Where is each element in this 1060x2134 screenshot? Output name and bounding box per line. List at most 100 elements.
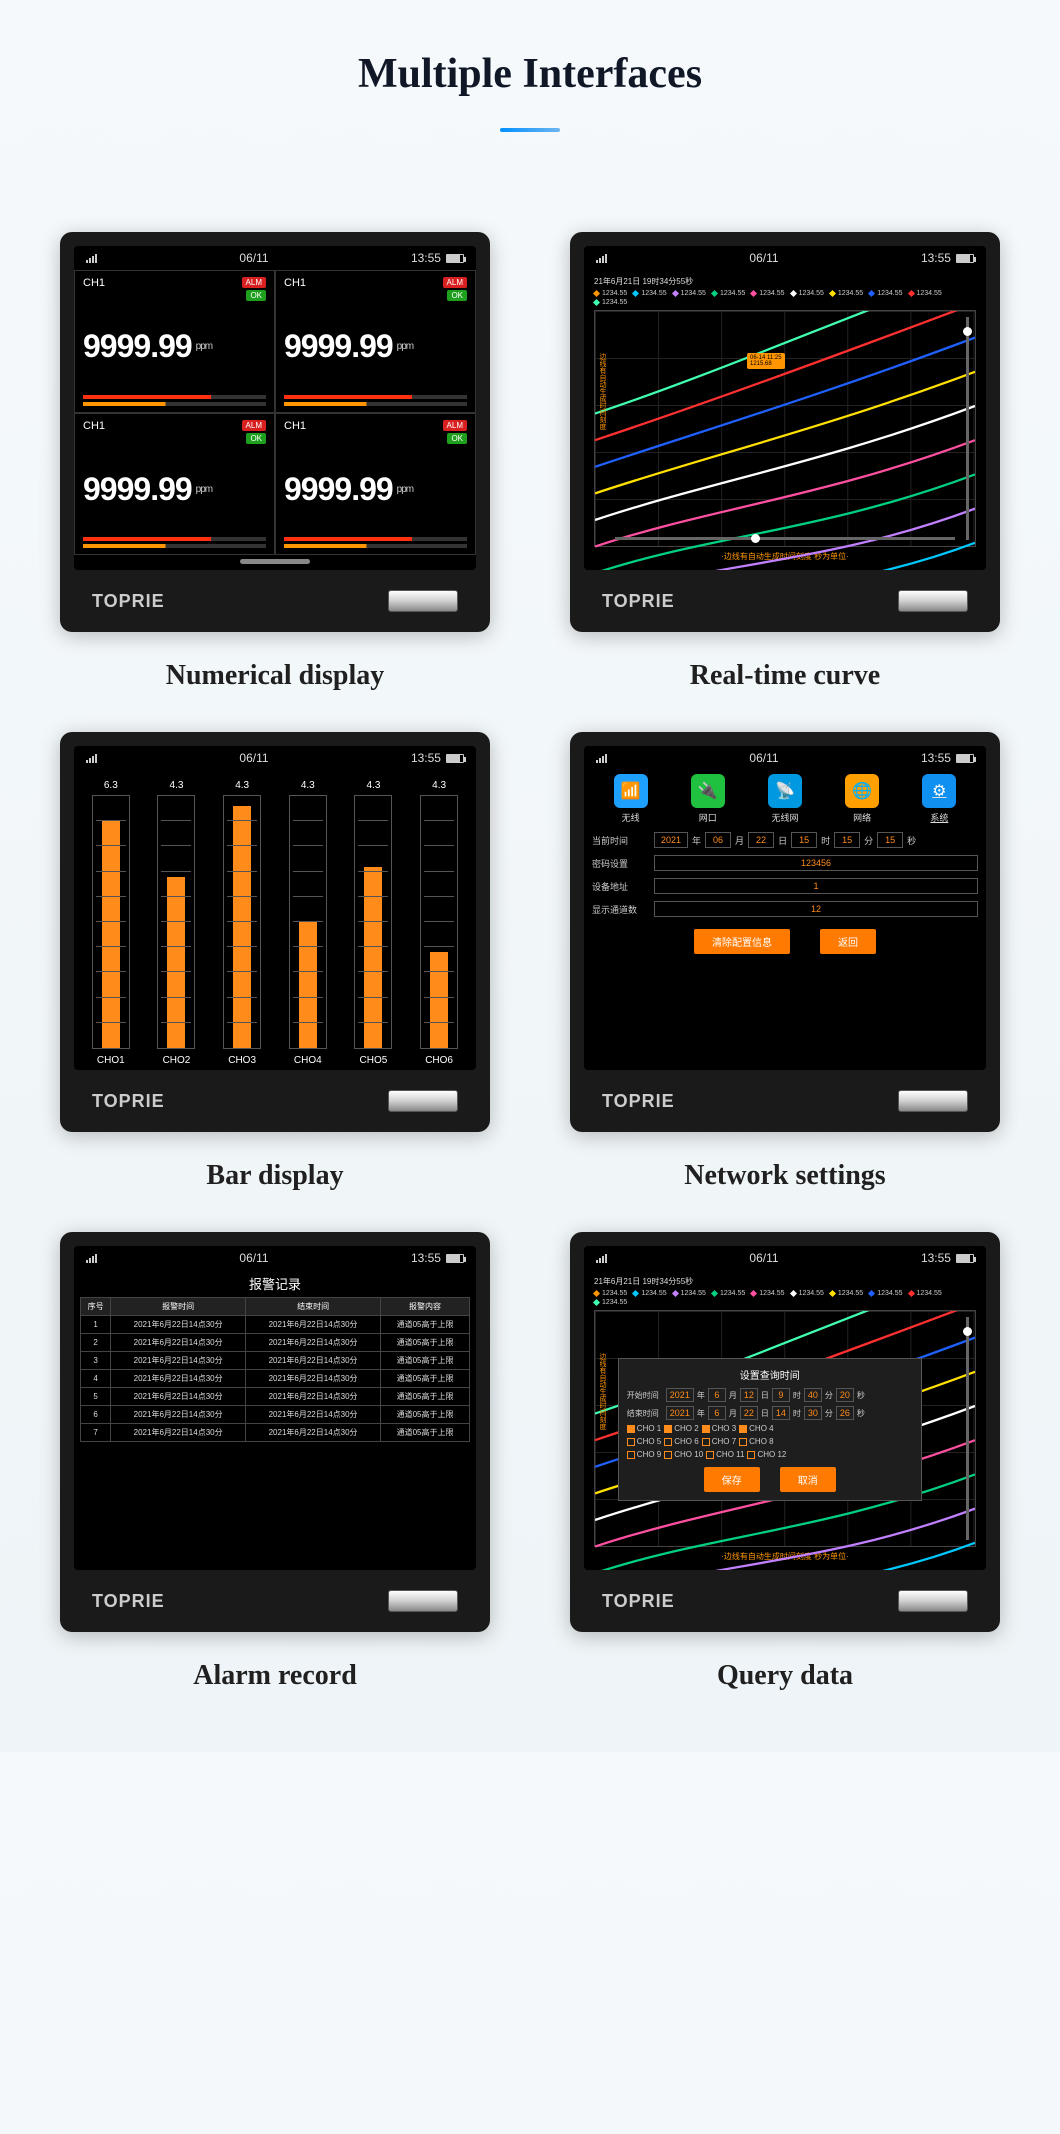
table-row[interactable]: 62021年6月22日14点30分2021年6月22日14点30分通道05高于上…	[81, 1406, 470, 1424]
tab-label: 系统	[930, 811, 948, 824]
status-time: 13:55	[921, 751, 951, 765]
time-field[interactable]: 2021	[666, 1406, 694, 1420]
channel-checkbox[interactable]: CHO 8	[739, 1437, 773, 1446]
save-button[interactable]: 保存	[704, 1467, 760, 1492]
month-field[interactable]: 06	[705, 832, 731, 848]
sec-field[interactable]: 15	[877, 832, 903, 848]
bar-channel[interactable]: 4.3 CHO6	[414, 780, 464, 1066]
horizontal-slider[interactable]	[615, 537, 955, 540]
channel-checkbox[interactable]: CHO 5	[627, 1437, 661, 1446]
curve-chart[interactable]: 边线有自动生成时间刻度 06-14 11:251215.68	[594, 310, 976, 547]
channel-checkbox[interactable]: CHO 1	[627, 1424, 661, 1433]
legend-item: 1234.55	[712, 1290, 745, 1297]
channel-checkbox[interactable]: CHO 2	[664, 1424, 698, 1433]
time-field[interactable]: 40	[804, 1388, 822, 1402]
channel-value: 9999.99ppm	[83, 444, 266, 536]
vertical-slider[interactable]	[966, 1317, 969, 1540]
curve-tag: 06-14 11:251215.68	[747, 353, 785, 369]
day-field[interactable]: 22	[748, 832, 774, 848]
channel-checkbox[interactable]: CHO 12	[747, 1450, 786, 1459]
clear-config-button[interactable]: 清除配置信息	[694, 929, 790, 954]
table-header: 报警内容	[381, 1298, 470, 1316]
device-alarm: 06/11 13:55 报警记录 序号报警时间结束时间报警内容12021年6月2…	[60, 1232, 490, 1632]
battery-icon	[956, 1254, 974, 1263]
channel-checkbox[interactable]: CHO 10	[664, 1450, 703, 1459]
channel-cell[interactable]: CH1 ALMOK 9999.99ppm	[275, 270, 476, 413]
caption-curve: Real-time curve	[690, 660, 880, 692]
time-field[interactable]: 30	[804, 1406, 822, 1420]
legend-item: 1234.55	[751, 290, 784, 297]
table-row[interactable]: 22021年6月22日14点30分2021年6月22日14点30分通道05高于上…	[81, 1334, 470, 1352]
channel-checkbox[interactable]: CHO 4	[739, 1424, 773, 1433]
time-field[interactable]: 22	[740, 1406, 758, 1420]
time-field[interactable]: 26	[836, 1406, 854, 1420]
min-field[interactable]: 15	[834, 832, 860, 848]
signal-icon	[86, 253, 97, 263]
vertical-slider[interactable]	[966, 317, 969, 540]
time-field[interactable]: 2021	[666, 1388, 694, 1402]
channel-cell[interactable]: CH1 ALMOK 9999.99ppm	[74, 270, 275, 413]
channel-cell[interactable]: CH1 ALMOK 9999.99ppm	[275, 413, 476, 556]
settings-tab[interactable]: 📡 无线网	[768, 774, 802, 824]
bar-value: 4.3	[432, 780, 446, 791]
alm-badge: ALM	[443, 420, 467, 431]
usb-port	[388, 1590, 458, 1612]
bar-value: 4.3	[301, 780, 315, 791]
time-field[interactable]: 20	[836, 1388, 854, 1402]
bar-channel[interactable]: 4.3 CHO3	[217, 780, 267, 1066]
password-field[interactable]: 123456	[654, 855, 978, 871]
status-time: 13:55	[921, 1251, 951, 1265]
tab-label: 无线	[622, 811, 640, 824]
tab-label: 网络	[853, 811, 871, 824]
time-field[interactable]: 6	[708, 1406, 726, 1420]
time-row: 当前时间 2021年 06月 22日 15时 15分 15秒	[592, 832, 978, 848]
settings-tab[interactable]: 📶 无线	[614, 774, 648, 824]
table-row[interactable]: 42021年6月22日14点30分2021年6月22日14点30分通道05高于上…	[81, 1370, 470, 1388]
bar-channel[interactable]: 6.3 CHO1	[86, 780, 136, 1066]
channel-value: 9999.99ppm	[284, 301, 467, 393]
legend-item: 1234.55	[791, 1290, 824, 1297]
channel-checkbox[interactable]: CHO 11	[706, 1450, 744, 1459]
channel-value: 9999.99ppm	[284, 444, 467, 536]
query-dialog-title: 设置查询时间	[627, 1367, 913, 1382]
bar-channel[interactable]: 4.3 CHO2	[151, 780, 201, 1066]
legend-item: 1234.55	[830, 1290, 863, 1297]
cancel-button[interactable]: 取消	[780, 1467, 836, 1492]
addr-field[interactable]: 1	[654, 878, 978, 894]
year-field[interactable]: 2021	[654, 832, 688, 848]
time-field[interactable]: 14	[772, 1406, 790, 1420]
brand-logo: TOPRIE	[92, 1591, 165, 1612]
chan-field[interactable]: 12	[654, 901, 978, 917]
channel-cell[interactable]: CH1 ALMOK 9999.99ppm	[74, 413, 275, 556]
channel-checkbox[interactable]: CHO 7	[702, 1437, 736, 1446]
curve-legend: 1234.551234.551234.551234.551234.551234.…	[594, 290, 976, 306]
password-label: 密码设置	[592, 857, 650, 870]
table-row[interactable]: 12021年6月22日14点30分2021年6月22日14点30分通道05高于上…	[81, 1316, 470, 1334]
signal-icon	[86, 1253, 97, 1263]
back-button[interactable]: 返回	[820, 929, 876, 954]
bar-channel[interactable]: 4.3 CHO4	[283, 780, 333, 1066]
channel-checkbox[interactable]: CHO 9	[627, 1450, 661, 1459]
bar-label: CHO3	[228, 1055, 256, 1066]
usb-port	[898, 1090, 968, 1112]
query-chart[interactable]: 边线有自动生成时间刻度 设置查询时间 开始时间2021年6月12日9时40分20…	[594, 1310, 976, 1547]
time-field[interactable]: 9	[772, 1388, 790, 1402]
channel-checkbox[interactable]: CHO 3	[702, 1424, 736, 1433]
curve-timestamp: 21年6月21日 19时34分55秒	[594, 276, 976, 287]
table-row[interactable]: 52021年6月22日14点30分2021年6月22日14点30分通道05高于上…	[81, 1388, 470, 1406]
settings-tab[interactable]: 🌐 网络	[845, 774, 879, 824]
brand-logo: TOPRIE	[602, 1591, 675, 1612]
settings-tab[interactable]: ⚙ 系统	[922, 774, 956, 824]
table-row[interactable]: 32021年6月22日14点30分2021年6月22日14点30分通道05高于上…	[81, 1352, 470, 1370]
settings-tab[interactable]: 🔌 网口	[691, 774, 725, 824]
tab-label: 网口	[699, 811, 717, 824]
legend-item: 1234.55	[594, 290, 627, 297]
table-row[interactable]: 72021年6月22日14点30分2021年6月22日14点30分通道05高于上…	[81, 1424, 470, 1442]
time-field[interactable]: 6	[708, 1388, 726, 1402]
time-field[interactable]: 12	[740, 1388, 758, 1402]
legend-item: 1234.55	[594, 299, 627, 306]
channel-checkbox[interactable]: CHO 6	[664, 1437, 698, 1446]
bar-channel[interactable]: 4.3 CHO5	[348, 780, 398, 1066]
hour-field[interactable]: 15	[791, 832, 817, 848]
signal-icon	[86, 753, 97, 763]
